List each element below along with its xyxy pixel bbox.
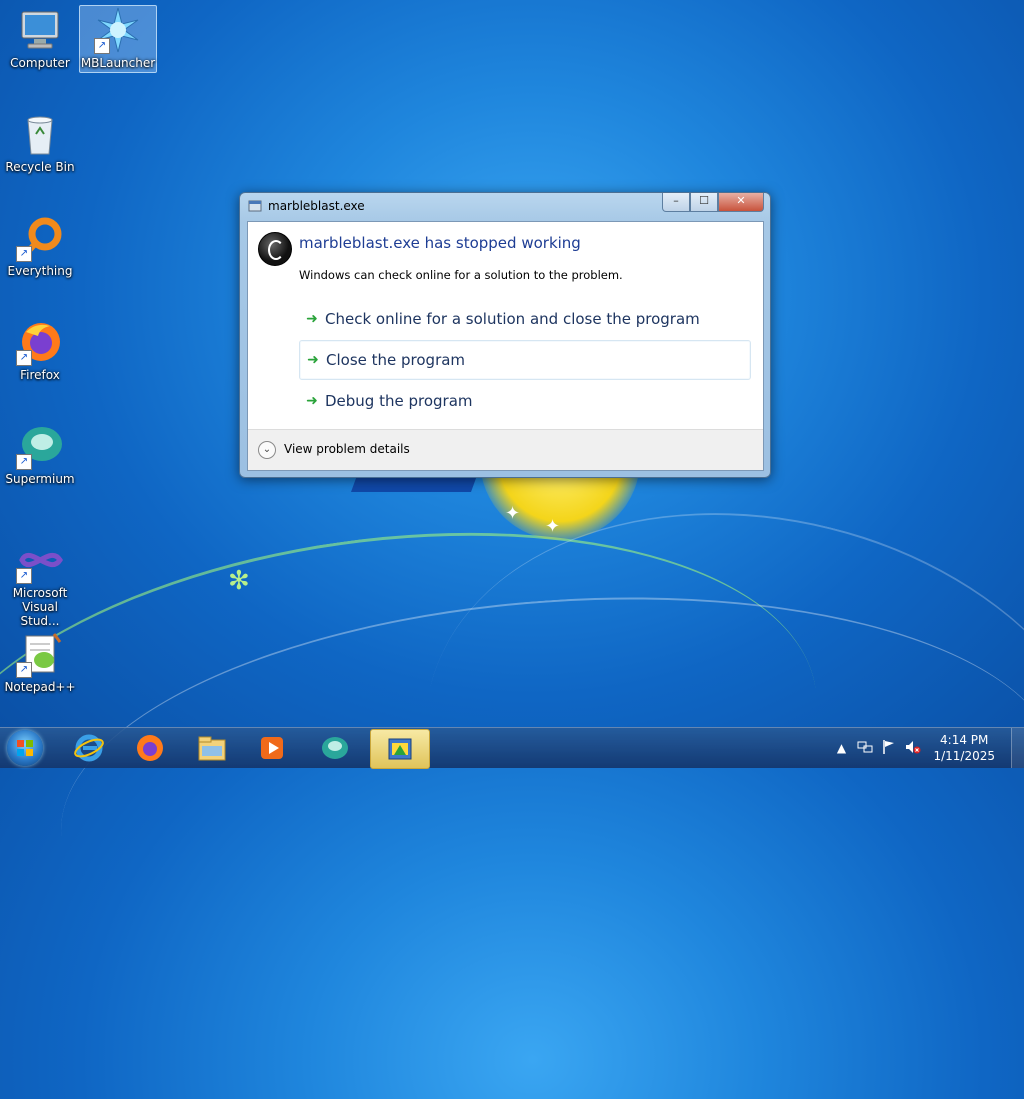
error-dialog: marbleblast.exe – ☐ ✕ marbleblast.exe ha…	[239, 192, 771, 478]
maximize-button[interactable]: ☐	[690, 193, 718, 212]
firefox-icon: ↗	[16, 318, 64, 366]
minimize-button[interactable]: –	[662, 193, 690, 212]
everything-search-icon: ↗	[16, 214, 64, 262]
option-label: Close the program	[326, 351, 466, 369]
desktop-icon-mblauncher[interactable]: ↗ MBLauncher	[79, 5, 157, 73]
action-center-flag-icon[interactable]	[880, 739, 898, 758]
system-tray: ▲ 4:14 PM 1/11/2025	[829, 728, 1024, 768]
shortcut-arrow-icon: ↗	[16, 350, 32, 366]
clock[interactable]: 4:14 PM 1/11/2025	[933, 732, 995, 764]
wallpaper-sparkle: ✦	[545, 516, 561, 537]
desktop-icon-label: Computer	[10, 56, 70, 70]
supermium-icon: ↗	[16, 422, 64, 470]
green-arrow-icon: ➜	[306, 393, 318, 409]
close-program-option[interactable]: ➜ Close the program	[299, 340, 751, 380]
check-online-option[interactable]: ➜ Check online for a solution and close …	[299, 300, 749, 338]
desktop-icon-label: MBLauncher	[80, 56, 156, 70]
desktop-icon-everything[interactable]: ↗ Everything	[2, 214, 78, 280]
shortcut-arrow-icon: ↗	[16, 454, 32, 470]
supermium-icon	[322, 737, 348, 759]
start-button[interactable]	[7, 730, 43, 766]
dialog-heading: marbleblast.exe has stopped working	[299, 234, 581, 252]
taskbar-marbleblast[interactable]	[370, 729, 430, 769]
desktop-icon-visual-studio[interactable]: ↗ Microsoft Visual Stud...	[2, 536, 78, 628]
media-player-icon	[261, 737, 283, 759]
close-button[interactable]: ✕	[718, 193, 764, 212]
visual-studio-icon: ↗	[16, 536, 64, 584]
desktop-icon-firefox[interactable]: ↗ Firefox	[2, 318, 78, 384]
desktop-icon-supermium[interactable]: ↗ Supermium	[2, 422, 78, 488]
marbleblast-app-icon	[388, 738, 412, 760]
chevron-down-icon[interactable]: ⌄	[258, 441, 276, 459]
view-problem-details-link[interactable]: View problem details	[284, 442, 410, 456]
shortcut-arrow-icon: ↗	[94, 38, 110, 54]
green-arrow-icon: ➜	[306, 311, 318, 327]
clock-date: 1/11/2025	[933, 749, 995, 763]
desktop-icon-label: Firefox	[20, 368, 60, 382]
program-error-icon	[258, 232, 292, 266]
folder-icon	[198, 736, 226, 761]
windows-logo-icon	[17, 740, 33, 756]
desktop-icon-label: Notepad++	[4, 680, 76, 694]
computer-icon	[16, 6, 64, 54]
desktop-icon-label: Recycle Bin	[5, 160, 75, 174]
firefox-icon	[137, 735, 163, 761]
desktop-icon-label: Everything	[7, 264, 73, 278]
desktop-icon-notepad-plus-plus[interactable]: ↗ Notepad++	[2, 630, 78, 696]
taskbar-file-explorer[interactable]	[183, 729, 241, 767]
wallpaper-sparkle: ✻	[228, 566, 250, 596]
recycle-bin-icon	[16, 110, 64, 158]
wallpaper-arc	[369, 442, 1024, 1099]
green-arrow-icon: ➜	[307, 352, 319, 368]
show-hidden-icons-chevron-icon[interactable]: ▲	[832, 741, 850, 755]
dialog-subtext: Windows can check online for a solution …	[299, 268, 623, 282]
debug-program-option[interactable]: ➜ Debug the program	[299, 382, 749, 420]
app-icon	[248, 200, 262, 212]
taskbar-media-player[interactable]	[243, 729, 301, 767]
desktop-icon-label: Supermium	[5, 472, 75, 486]
wallpaper-sparkle: ✦	[505, 503, 521, 524]
dialog-title: marbleblast.exe	[268, 199, 365, 213]
desktop-icon-recycle-bin[interactable]: Recycle Bin	[2, 110, 78, 176]
taskbar: ▲ 4:14 PM 1/11/2025	[0, 727, 1024, 769]
notepad-plus-plus-icon: ↗	[16, 630, 64, 678]
taskbar-supermium[interactable]	[306, 729, 364, 767]
clock-time: 4:14 PM	[940, 733, 989, 747]
taskbar-internet-explorer[interactable]	[60, 729, 118, 767]
network-icon[interactable]	[856, 739, 874, 758]
desktop-icon-label: Microsoft Visual Stud...	[12, 586, 68, 628]
option-label: Debug the program	[325, 392, 473, 410]
desktop-icon-computer[interactable]: Computer	[2, 6, 78, 72]
dialog-body: marbleblast.exe has stopped working Wind…	[247, 221, 764, 471]
shortcut-arrow-icon: ↗	[16, 568, 32, 584]
shortcut-arrow-icon: ↗	[16, 246, 32, 262]
window-controls: – ☐ ✕	[662, 193, 764, 212]
show-desktop-button[interactable]	[1011, 728, 1024, 768]
volume-muted-icon[interactable]	[904, 739, 922, 758]
internet-explorer-icon	[74, 734, 104, 762]
shortcut-arrow-icon: ↗	[16, 662, 32, 678]
taskbar-firefox[interactable]	[121, 729, 179, 767]
wallpaper-arc	[47, 565, 1024, 1037]
details-bar: ⌄ View problem details	[248, 429, 763, 470]
mblauncher-icon: ↗	[94, 6, 142, 54]
option-label: Check online for a solution and close th…	[325, 310, 700, 328]
